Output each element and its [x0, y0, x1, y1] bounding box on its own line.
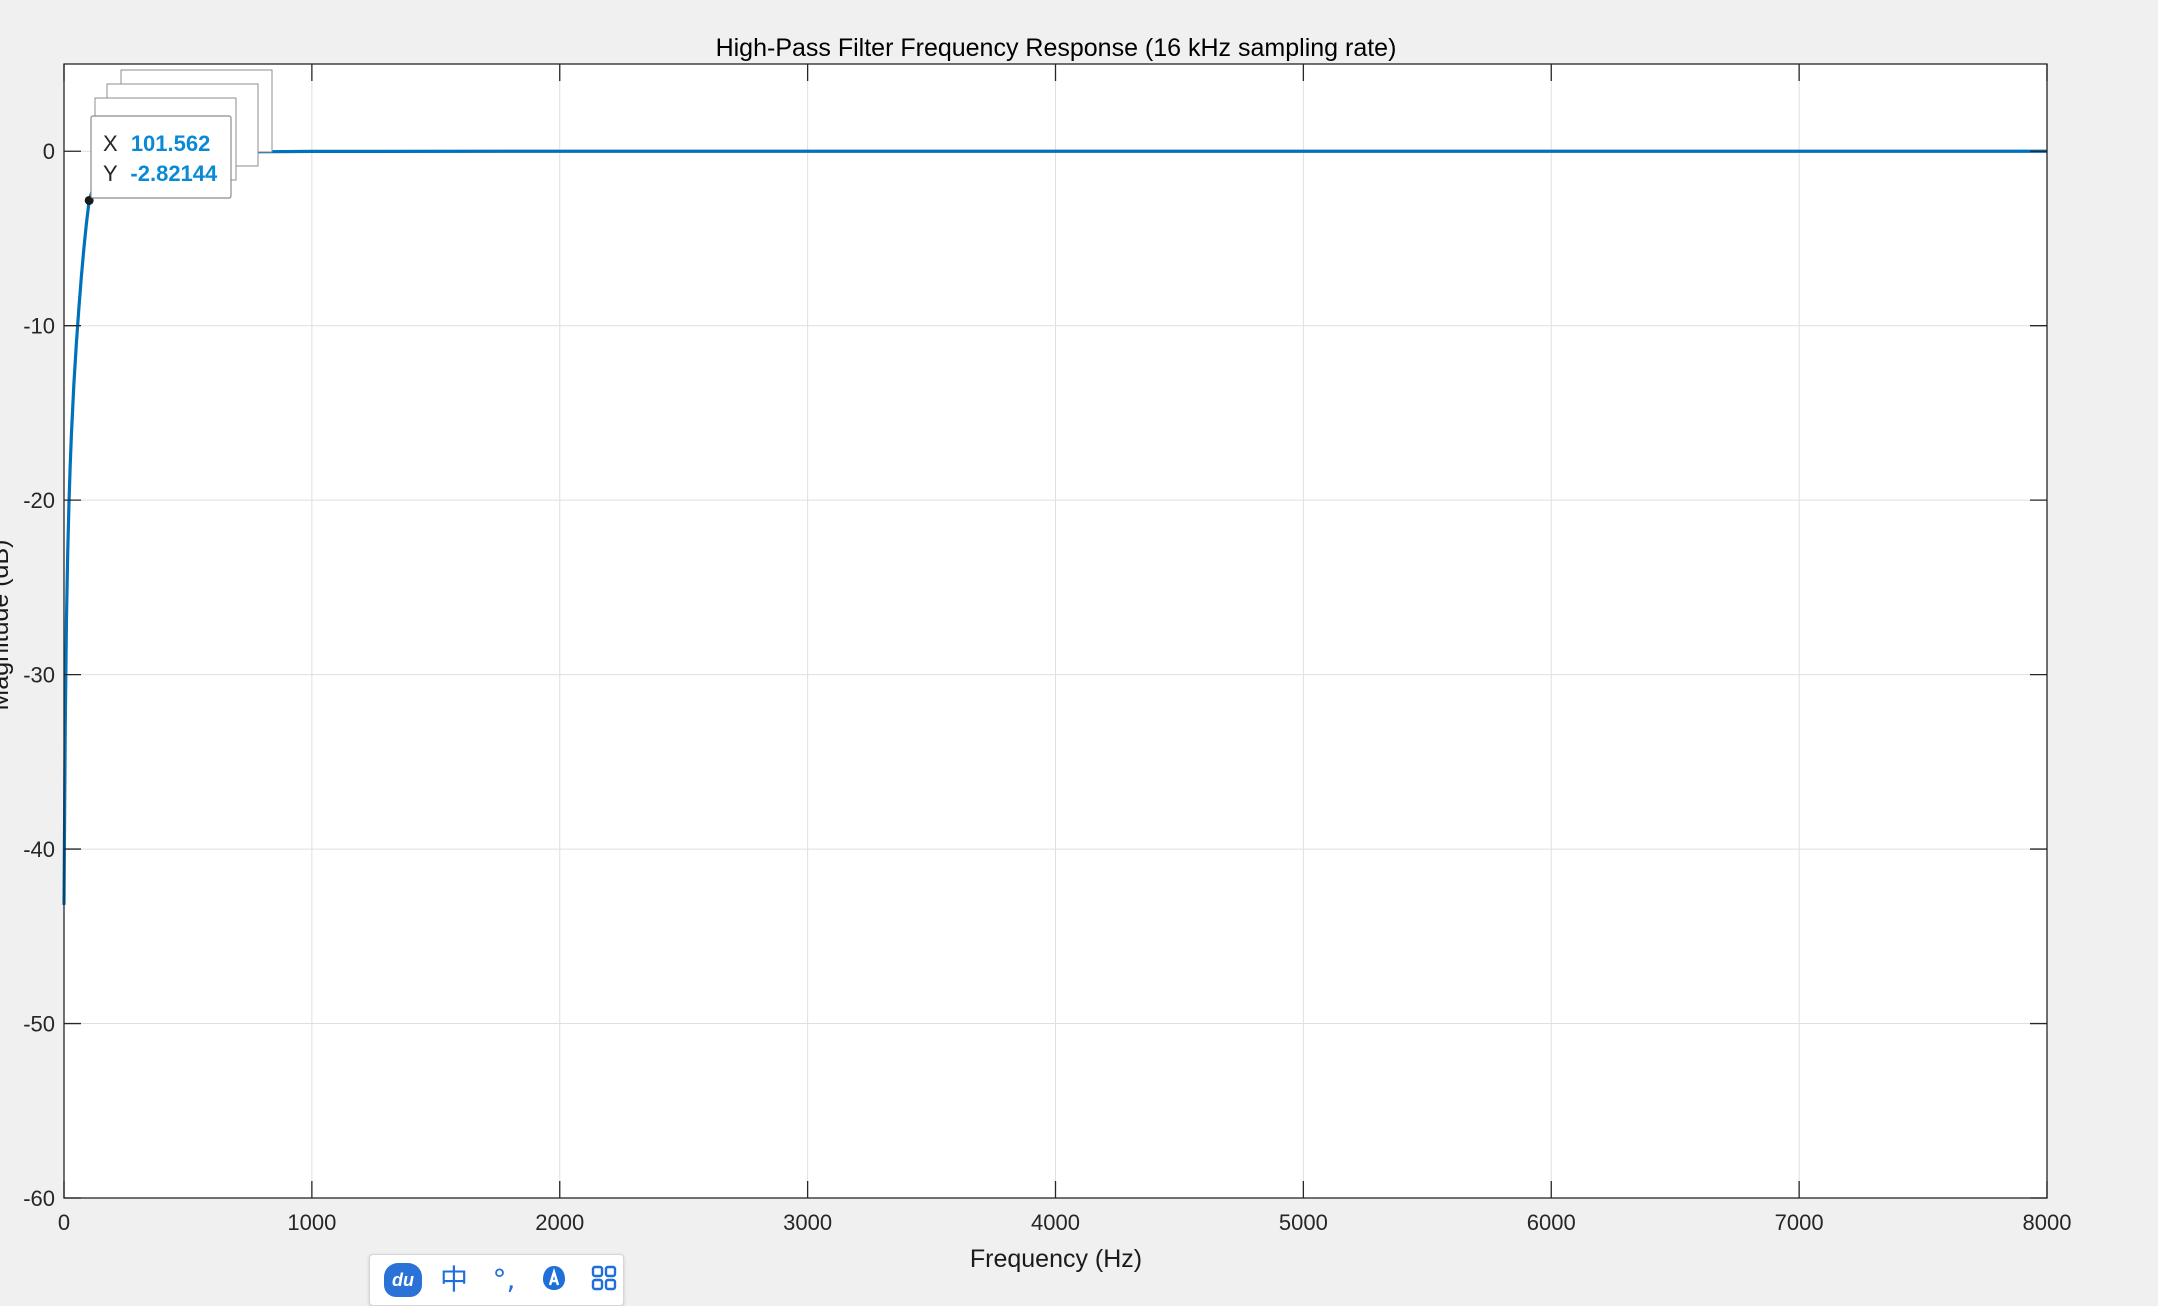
- axes[interactable]: 0 1000 2000 3000 4000 5000 6000 7000 8000 0 -10 -20…: [23, 63, 2072, 1235]
- y-tick-label: -20: [23, 488, 55, 513]
- grid-icon[interactable]: [586, 1264, 622, 1297]
- datatip-y-label: Y: [103, 161, 118, 186]
- datatip-x-row: X 101.562: [103, 131, 210, 156]
- datatip-x-label: X: [103, 131, 118, 156]
- x-tick-label: 8000: [2023, 1210, 2072, 1235]
- y-tick-label: 0: [43, 139, 55, 164]
- skin-glyph: [543, 1265, 565, 1290]
- ime-toolbar[interactable]: du 中 °,: [369, 1254, 624, 1306]
- datatip[interactable]: X 101.562 Y -2.82144: [84, 115, 232, 205]
- x-tick-label: 6000: [1527, 1210, 1576, 1235]
- x-axis-label: Frequency (Hz): [970, 1245, 1142, 1273]
- y-tick-label: -60: [23, 1186, 55, 1211]
- x-tick-label: 5000: [1279, 1210, 1328, 1235]
- x-tick-label: 7000: [1775, 1210, 1824, 1235]
- ime-mode-toggle[interactable]: 中: [436, 1266, 472, 1294]
- y-tick-label: -50: [23, 1012, 55, 1037]
- x-tick-label: 0: [58, 1210, 70, 1235]
- y-tick-label: -10: [23, 314, 55, 339]
- ime-logo-icon[interactable]: du: [384, 1263, 422, 1297]
- y-axis-label: Magnitude (dB): [0, 540, 14, 711]
- chart-title: High-Pass Filter Frequency Response (16 …: [716, 34, 1397, 62]
- grid-glyph: [591, 1265, 617, 1290]
- x-tick-label: 2000: [535, 1210, 584, 1235]
- x-tick-label: 3000: [783, 1210, 832, 1235]
- figure-window: 0 1000 2000 3000 4000 5000 6000 7000 8000 0 -10 -20…: [0, 0, 2158, 1300]
- y-tick-label: -40: [23, 837, 55, 862]
- datatip-y-value: -2.82144: [130, 161, 218, 186]
- x-tick-label: 1000: [287, 1210, 336, 1235]
- ime-punctuation-toggle[interactable]: °,: [486, 1266, 522, 1294]
- y-tick-label: -30: [23, 663, 55, 688]
- x-tick-label: 4000: [1031, 1210, 1080, 1235]
- datatip-y-row: Y -2.82144: [103, 161, 218, 186]
- datatip-x-value: 101.562: [131, 131, 211, 156]
- skin-icon[interactable]: [536, 1263, 572, 1298]
